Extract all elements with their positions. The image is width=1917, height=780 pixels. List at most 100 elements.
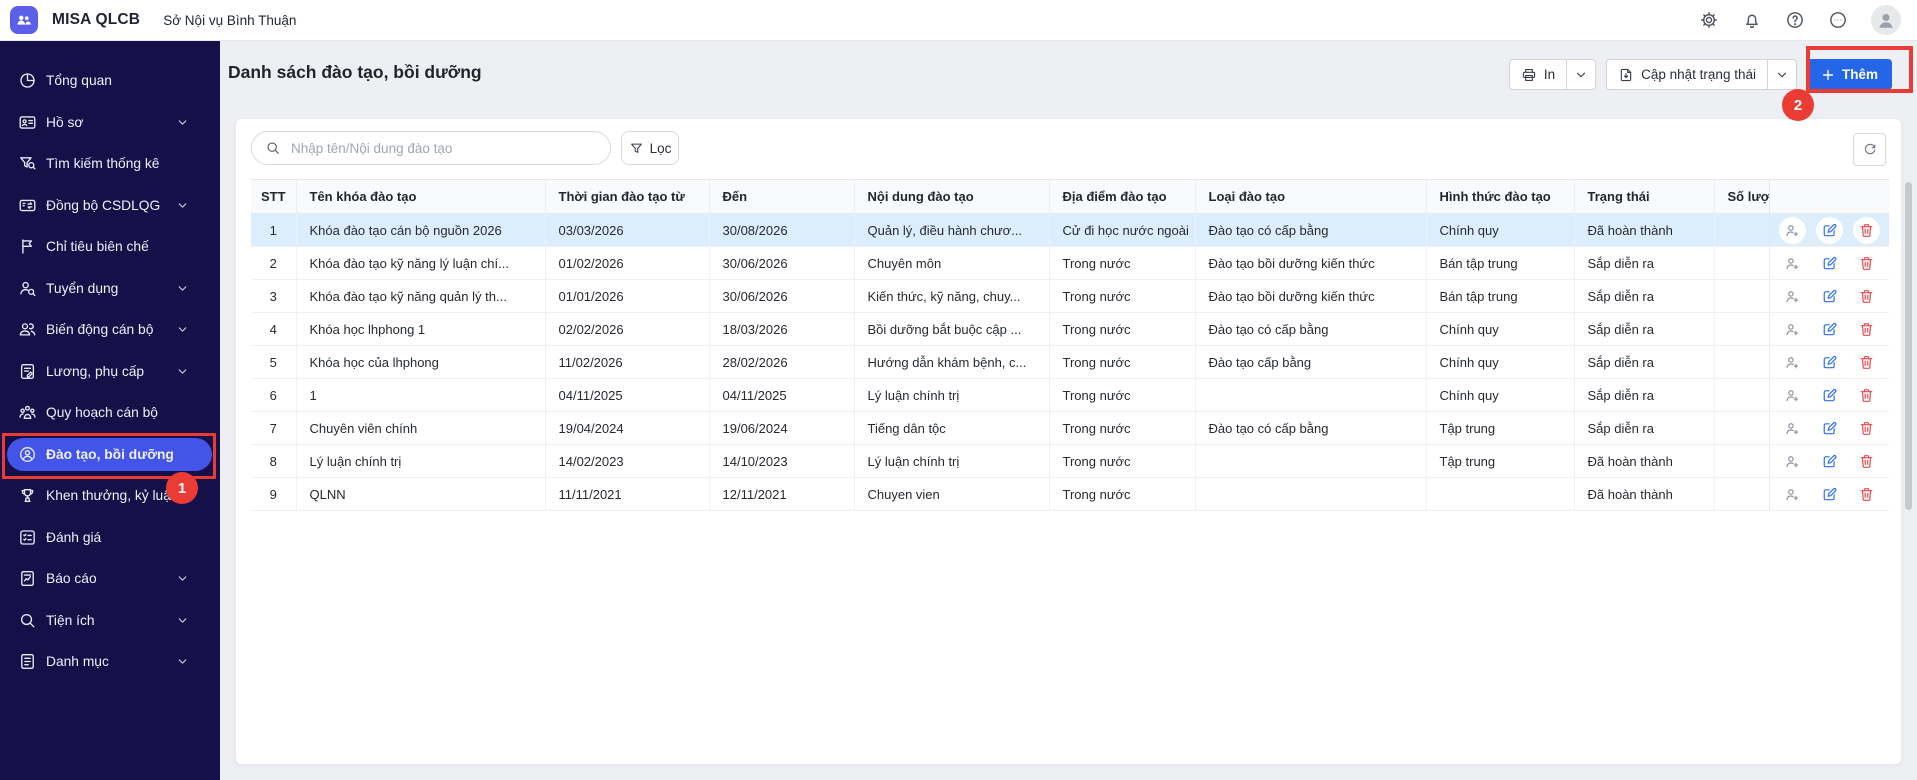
- refresh-button[interactable]: [1853, 133, 1886, 166]
- funnel-search-icon: [18, 154, 37, 173]
- sidebar-item-dao-tao-boi-duong[interactable]: Đào tạo, bồi dưỡng: [7, 438, 212, 472]
- print-button-label: In: [1544, 67, 1555, 82]
- more-options-icon[interactable]: [1828, 10, 1848, 30]
- printer-icon: [1521, 67, 1537, 83]
- sidebar-item-label: Quy hoạch cán bộ: [46, 405, 158, 420]
- delete-row-button[interactable]: [1853, 481, 1880, 508]
- cell-quantity: [1714, 412, 1769, 445]
- cell-location: Trong nước: [1049, 313, 1195, 346]
- notifications-icon[interactable]: [1742, 10, 1762, 30]
- cell-name: QLNN: [296, 478, 545, 511]
- cell-type: Đào tạo cấp bằng: [1195, 346, 1426, 379]
- cell-name: Khóa học lhphong 1: [296, 313, 545, 346]
- cell-stt: 8: [251, 445, 296, 478]
- edit-row-button[interactable]: [1816, 283, 1843, 310]
- delete-row-button[interactable]: [1853, 382, 1880, 409]
- brand-name: MISA QLCB: [52, 11, 140, 29]
- update-status-dropdown-button[interactable]: [1768, 60, 1796, 89]
- add-participant-button[interactable]: [1779, 481, 1806, 508]
- user-plus-icon: [1784, 486, 1801, 503]
- table-row[interactable]: 3Khóa đào tạo kỹ năng quản lý th...01/01…: [251, 280, 1889, 313]
- delete-row-button[interactable]: [1853, 217, 1880, 244]
- cell-status: Sắp diễn ra: [1574, 412, 1714, 445]
- cell-actions: [1769, 346, 1889, 379]
- table-row[interactable]: 1Khóa đào tạo cán bộ nguồn 202603/03/202…: [251, 214, 1889, 247]
- sidebar-item-bien-dong-can-bo[interactable]: Biến động cán bộ: [0, 309, 220, 351]
- sidebar-item-tuyen-dung[interactable]: Tuyển dụng: [0, 268, 220, 310]
- add-participant-button[interactable]: [1779, 349, 1806, 376]
- add-button[interactable]: Thêm: [1807, 59, 1892, 90]
- table-row[interactable]: 5Khóa học của lhphong11/02/202628/02/202…: [251, 346, 1889, 379]
- delete-row-button[interactable]: [1853, 316, 1880, 343]
- update-status-icon: [1618, 67, 1634, 83]
- update-status-button[interactable]: Cập nhật trạng thái: [1607, 60, 1767, 89]
- search-input[interactable]: [289, 140, 610, 157]
- sidebar-item-luong-phu-cap[interactable]: Lương, phụ cấp: [0, 351, 220, 393]
- add-participant-button[interactable]: [1779, 316, 1806, 343]
- cell-type: [1195, 379, 1426, 412]
- doc-list-icon: [18, 652, 37, 671]
- pencil-square-icon: [1821, 288, 1838, 305]
- delete-row-button[interactable]: [1853, 283, 1880, 310]
- print-dropdown-button[interactable]: [1567, 60, 1595, 89]
- chevron-down-icon: [1775, 68, 1789, 82]
- sidebar-item-tong-quan[interactable]: Tổng quan: [0, 60, 220, 102]
- edit-row-button[interactable]: [1816, 250, 1843, 277]
- cell-form: Chính quy: [1426, 379, 1574, 412]
- sidebar-item-tim-kiem-thong-ke[interactable]: Tìm kiếm thống kê: [0, 143, 220, 185]
- sidebar-item-danh-muc[interactable]: Danh mục: [0, 641, 220, 683]
- sidebar-item-dong-bo-csdlqg[interactable]: Đồng bộ CSDLQG: [0, 185, 220, 227]
- cell-location: Trong nước: [1049, 478, 1195, 511]
- cell-to: 14/10/2023: [709, 445, 854, 478]
- cell-type: Đào tạo bồi dưỡng kiến thức: [1195, 280, 1426, 313]
- help-icon[interactable]: [1785, 10, 1805, 30]
- cell-from: 04/11/2025: [545, 379, 709, 412]
- add-participant-button[interactable]: [1779, 448, 1806, 475]
- trash-icon: [1858, 486, 1875, 503]
- cell-type: [1195, 445, 1426, 478]
- delete-row-button[interactable]: [1853, 448, 1880, 475]
- cell-from: 14/02/2023: [545, 445, 709, 478]
- sidebar-item-tien-ich[interactable]: Tiện ích: [0, 600, 220, 642]
- add-participant-button[interactable]: [1779, 415, 1806, 442]
- sidebar-item-chi-tieu-bien-che[interactable]: Chỉ tiêu biên chế: [0, 226, 220, 268]
- trash-icon: [1858, 387, 1875, 404]
- cell-form: [1426, 478, 1574, 511]
- edit-row-button[interactable]: [1816, 217, 1843, 244]
- cell-status: Sắp diễn ra: [1574, 280, 1714, 313]
- cell-actions: [1769, 280, 1889, 313]
- column-header-noi-dung-dao-tao: Nội dung đào tạo: [854, 180, 1049, 214]
- table-row[interactable]: 4Khóa học lhphong 102/02/202618/03/2026B…: [251, 313, 1889, 346]
- edit-row-button[interactable]: [1816, 316, 1843, 343]
- edit-row-button[interactable]: [1816, 415, 1843, 442]
- vertical-scrollbar[interactable]: [1905, 182, 1912, 510]
- sidebar-item-ho-so[interactable]: Hồ sơ: [0, 102, 220, 144]
- add-participant-button[interactable]: [1779, 283, 1806, 310]
- cell-content: Hướng dẫn khám bệnh, c...: [854, 346, 1049, 379]
- edit-row-button[interactable]: [1816, 448, 1843, 475]
- edit-row-button[interactable]: [1816, 382, 1843, 409]
- edit-row-button[interactable]: [1816, 481, 1843, 508]
- delete-row-button[interactable]: [1853, 415, 1880, 442]
- filter-button[interactable]: Lọc: [621, 131, 679, 165]
- user-avatar[interactable]: [1871, 5, 1901, 35]
- table-row[interactable]: 7Chuyên viên chính19/04/202419/06/2024Ti…: [251, 412, 1889, 445]
- delete-row-button[interactable]: [1853, 250, 1880, 277]
- sidebar-item-quy-hoach-can-bo[interactable]: Quy hoạch cán bộ: [0, 392, 220, 434]
- print-button[interactable]: In: [1510, 60, 1566, 89]
- table-row[interactable]: 9QLNN11/11/202112/11/2021Chuyen vienTron…: [251, 478, 1889, 511]
- table-row[interactable]: 2Khóa đào tạo kỹ năng lý luận chí...01/0…: [251, 247, 1889, 280]
- table-row[interactable]: 6104/11/202504/11/2025Lý luận chính trịT…: [251, 379, 1889, 412]
- sidebar-item-danh-gia[interactable]: Đánh giá: [0, 517, 220, 559]
- pencil-square-icon: [1821, 354, 1838, 371]
- table-row[interactable]: 8Lý luận chính trị14/02/202314/10/2023Lý…: [251, 445, 1889, 478]
- edit-row-button[interactable]: [1816, 349, 1843, 376]
- add-participant-button[interactable]: [1779, 382, 1806, 409]
- add-participant-button[interactable]: [1779, 217, 1806, 244]
- sidebar-item-bao-cao[interactable]: Báo cáo: [0, 558, 220, 600]
- app-logo[interactable]: [10, 6, 38, 34]
- add-participant-button[interactable]: [1779, 250, 1806, 277]
- user-plus-icon: [1784, 354, 1801, 371]
- delete-row-button[interactable]: [1853, 349, 1880, 376]
- settings-icon[interactable]: [1699, 10, 1719, 30]
